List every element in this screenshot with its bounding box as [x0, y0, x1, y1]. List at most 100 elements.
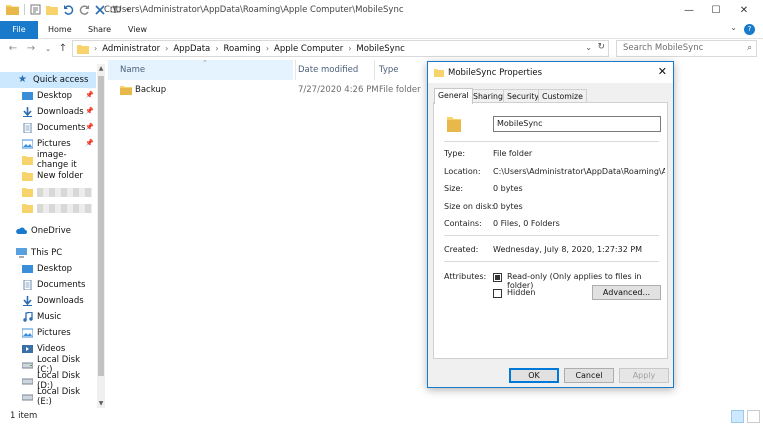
properties-dialog: MobileSync Properties ✕ General Sharing …	[427, 61, 674, 388]
sidebar-item-label: Downloads	[37, 296, 84, 306]
nav-scrollbar[interactable]: ▲ ▼	[97, 64, 105, 408]
address-bar[interactable]: › Administrator › AppData › Roaming › Ap…	[72, 40, 609, 57]
large-icons-view-icon[interactable]	[747, 410, 760, 423]
desktop-icon	[22, 265, 33, 273]
created-value: Wednesday, July 8, 2020, 1:27:32 PM	[493, 245, 643, 254]
readonly-checkbox[interactable]	[493, 273, 502, 282]
sidebar-item-pc-desktop[interactable]: Desktop	[0, 261, 96, 277]
new-folder-icon[interactable]	[46, 4, 58, 15]
sidebar-item-downloads[interactable]: Downloads 📌	[0, 104, 96, 120]
divider	[444, 141, 659, 142]
folder-icon	[22, 172, 33, 181]
tab-general[interactable]: General	[434, 88, 473, 104]
breadcrumb-separator: ›	[265, 44, 270, 53]
contains-value: 0 Files, 0 Folders	[493, 219, 560, 228]
pin-icon: 📌	[85, 139, 94, 147]
sidebar-item-this-pc[interactable]: This PC	[0, 245, 96, 261]
created-label: Created:	[444, 245, 479, 254]
ribbon: File Home Share View ⌄ ?	[0, 21, 763, 39]
folder-icon	[22, 188, 33, 197]
file-date: 7/27/2020 4:26 PM	[298, 85, 379, 95]
recent-locations-icon[interactable]: ⌄	[42, 41, 54, 57]
star-icon: ★	[18, 74, 27, 85]
sidebar-item-redacted[interactable]	[0, 200, 96, 216]
redo-icon[interactable]	[79, 4, 90, 15]
undo-icon[interactable]	[63, 4, 74, 15]
desktop-icon	[22, 92, 33, 100]
advanced-button[interactable]: Advanced...	[592, 285, 661, 300]
cancel-button[interactable]: Cancel	[564, 368, 614, 383]
details-view-icon[interactable]	[731, 410, 744, 423]
help-icon[interactable]: ?	[744, 24, 755, 35]
tab-file[interactable]: File	[0, 21, 38, 39]
close-button[interactable]: ✕	[729, 0, 759, 21]
redacted-label	[37, 187, 92, 197]
folder-icon	[22, 204, 33, 213]
up-arrow-icon[interactable]: ↑	[57, 41, 69, 57]
sidebar-item-desktop[interactable]: Desktop 📌	[0, 88, 96, 104]
navigation-pane: ★ Quick access Desktop 📌 Downloads 📌 Doc…	[0, 62, 105, 407]
scroll-down-arrow-icon[interactable]: ▼	[97, 400, 105, 407]
breadcrumb-appdata[interactable]: AppData	[173, 44, 210, 54]
column-header-date[interactable]: Date modified	[295, 60, 373, 80]
refresh-icon[interactable]: ↻	[597, 42, 605, 52]
breadcrumb-roaming[interactable]: Roaming	[223, 44, 260, 54]
drive-icon	[22, 378, 33, 385]
column-header-name[interactable]: ⌃ Name	[108, 59, 293, 80]
breadcrumb-mobilesync[interactable]: MobileSync	[356, 44, 404, 54]
file-name-cell: Backup	[120, 82, 166, 98]
properties-icon[interactable]	[30, 4, 41, 15]
general-panel: MobileSync Type: File folder Location: C…	[433, 102, 668, 359]
breadcrumb-administrator[interactable]: Administrator	[102, 44, 160, 54]
sidebar-item-label: New folder	[37, 171, 83, 181]
folder-name-input[interactable]: MobileSync	[493, 116, 661, 132]
scroll-up-arrow-icon[interactable]: ▲	[97, 65, 105, 72]
documents-icon	[23, 123, 32, 133]
tab-sharing[interactable]: Sharing	[469, 89, 507, 103]
hidden-label: Hidden	[507, 288, 536, 297]
breadcrumb-apple-computer[interactable]: Apple Computer	[274, 44, 343, 54]
tab-customize[interactable]: Customize	[538, 89, 587, 103]
sidebar-item-quick-access[interactable]: ★ Quick access	[0, 72, 96, 88]
table-row[interactable]: Backup 7/27/2020 4:26 PM File folder	[108, 82, 428, 98]
sidebar-item-pc-documents[interactable]: Documents	[0, 277, 96, 293]
scrollbar-thumb[interactable]	[98, 76, 104, 376]
dialog-title: MobileSync Properties	[448, 68, 543, 78]
sidebar-item-redacted[interactable]	[0, 184, 96, 200]
apply-button[interactable]: Apply	[619, 368, 669, 383]
documents-icon	[23, 280, 32, 290]
sidebar-item-new-folder[interactable]: New folder	[0, 168, 96, 184]
back-arrow-icon[interactable]: ←	[7, 41, 19, 57]
forward-arrow-icon[interactable]: →	[25, 41, 37, 57]
sidebar-item-pc-pictures[interactable]: Pictures	[0, 325, 96, 341]
maximize-button[interactable]: ☐	[701, 0, 731, 21]
sidebar-item-music[interactable]: Music	[0, 309, 96, 325]
size-label: Size:	[444, 184, 464, 193]
music-icon	[23, 312, 33, 322]
sidebar-item-local-disk-e[interactable]: Local Disk (E:)	[0, 387, 96, 407]
breadcrumb-separator: ›	[94, 44, 98, 53]
tab-view[interactable]: View	[128, 21, 147, 39]
sidebar-item-onedrive[interactable]: OneDrive	[0, 223, 96, 239]
minimize-button[interactable]: —	[674, 0, 704, 21]
tab-home[interactable]: Home	[48, 21, 72, 39]
attributes-label: Attributes:	[444, 272, 487, 281]
dialog-close-icon[interactable]: ✕	[658, 65, 667, 78]
computer-icon	[16, 248, 27, 258]
expand-ribbon-icon[interactable]: ⌄	[730, 23, 737, 32]
column-header-type[interactable]: Type	[374, 60, 428, 80]
sidebar-item-image-change-it[interactable]: image-change it	[0, 150, 96, 170]
pin-icon: 📌	[85, 107, 94, 115]
sidebar-item-pc-downloads[interactable]: Downloads	[0, 293, 96, 309]
file-name: Backup	[135, 85, 167, 95]
sidebar-item-label: Local Disk (E:)	[37, 387, 80, 407]
search-placeholder: Search MobileSync	[623, 43, 704, 53]
search-input[interactable]: Search MobileSync ⌕	[616, 40, 757, 57]
sidebar-item-documents[interactable]: Documents 📌	[0, 120, 96, 136]
ok-button[interactable]: OK	[509, 368, 559, 383]
address-dropdown-icon[interactable]: ⌄	[585, 43, 592, 52]
tab-share[interactable]: Share	[88, 21, 111, 39]
hidden-checkbox[interactable]	[493, 289, 502, 298]
folder-icon	[77, 44, 89, 54]
search-icon: ⌕	[747, 43, 752, 53]
